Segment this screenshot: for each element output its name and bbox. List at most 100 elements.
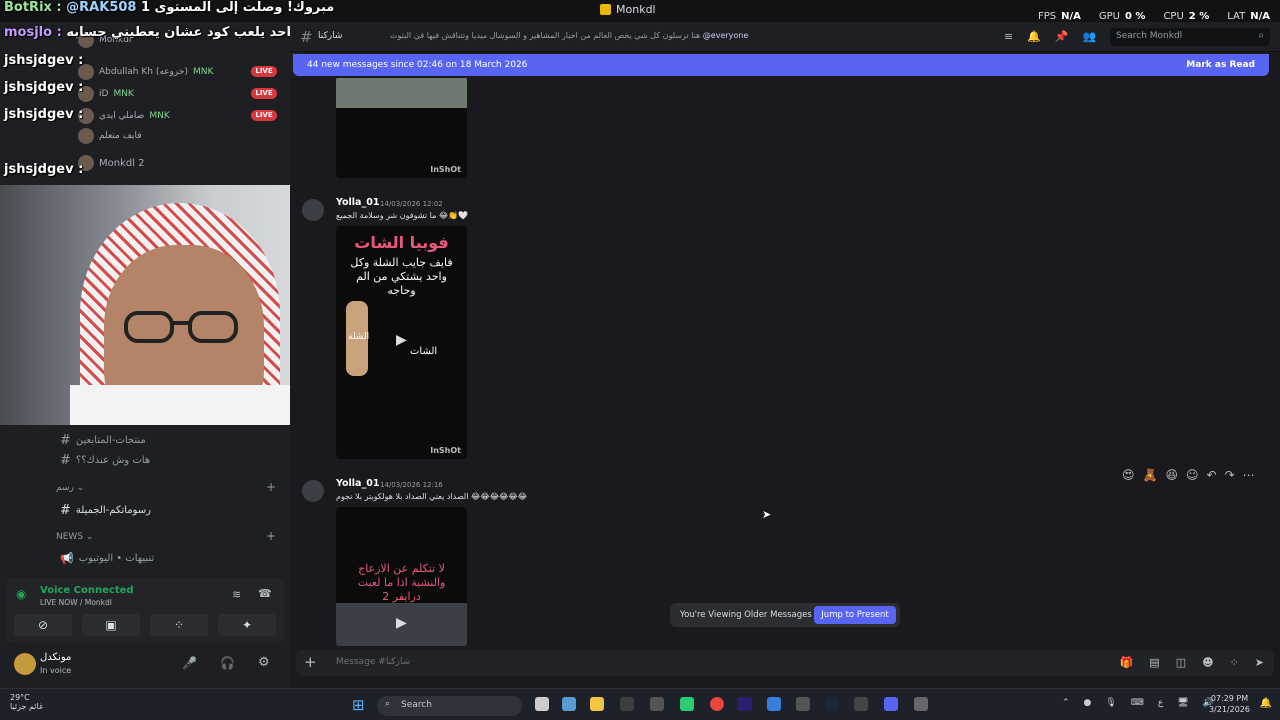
soundboard-button[interactable]: ✦ bbox=[218, 614, 276, 636]
channel-item[interactable]: # منتجات-المتابعين bbox=[60, 433, 146, 448]
category-news[interactable]: NEWS ⌄ bbox=[56, 532, 93, 542]
chevron-up-icon[interactable]: ⌃ bbox=[1062, 698, 1070, 708]
reaction-heart-eyes-icon[interactable]: 😍 bbox=[1122, 468, 1135, 482]
new-messages-bar[interactable]: 44 new messages since 02:46 on 18 March … bbox=[293, 54, 1269, 76]
app-icon[interactable] bbox=[914, 697, 928, 711]
reply-icon[interactable]: ↶ bbox=[1207, 468, 1217, 482]
screenshare-button[interactable]: ▣ bbox=[82, 614, 140, 636]
start-icon[interactable]: ⊞ bbox=[352, 696, 365, 714]
chat-message: jshsjdgev : bbox=[4, 162, 84, 177]
chat-message: BotRix : @RAK508 مبروك! وصلت إلى المستوى… bbox=[4, 0, 335, 15]
add-channel-icon[interactable]: + bbox=[266, 529, 276, 543]
emoji-icon[interactable]: ☻ bbox=[1202, 656, 1213, 669]
video-attachment[interactable]: InShOt bbox=[336, 78, 467, 178]
channel-item[interactable]: 📢 تنبيهات • اليوتيوب bbox=[60, 552, 154, 565]
voice-user[interactable]: Monkdl 2 bbox=[78, 155, 145, 171]
message-author[interactable]: Yolla_01 bbox=[336, 197, 379, 208]
composer-icons: 🎁 ▤ ◫ ☻ ⁘ ➤ bbox=[1120, 656, 1264, 669]
more-icon[interactable]: ⋯ bbox=[1243, 468, 1255, 482]
threads-icon[interactable]: ≡ bbox=[1004, 30, 1013, 43]
task-view-icon[interactable] bbox=[535, 697, 549, 711]
sticker-icon[interactable]: ◫ bbox=[1176, 656, 1186, 669]
members-icon[interactable]: 👥 bbox=[1083, 30, 1097, 43]
play-icon[interactable]: ▶ bbox=[396, 332, 407, 348]
mark-as-read-button[interactable]: Mark as Read bbox=[1186, 60, 1255, 70]
chat-message: jshsjdgev : bbox=[4, 107, 84, 122]
forward-icon[interactable]: ↷ bbox=[1225, 468, 1235, 482]
message-author[interactable]: Yolla_01 bbox=[336, 478, 379, 489]
file-explorer-icon[interactable] bbox=[590, 697, 604, 711]
gift-icon[interactable]: 🎁 bbox=[1120, 656, 1134, 669]
channel-item[interactable]: # رسوماتكم-الجميلة bbox=[60, 503, 151, 518]
channel-item[interactable]: # هات وش عندك؟؟ bbox=[60, 453, 150, 468]
app-icon[interactable] bbox=[680, 697, 694, 711]
activities-button[interactable]: ⁘ bbox=[150, 614, 208, 636]
bell-icon[interactable]: 🔔 bbox=[1027, 30, 1041, 43]
message-composer[interactable]: + Message #شاركنا 🎁 ▤ ◫ ☻ ⁘ ➤ bbox=[296, 650, 1274, 676]
message-actions: 😍 🧸 😆 ☺ ↶ ↷ ⋯ bbox=[1122, 468, 1255, 482]
attach-plus-icon[interactable]: + bbox=[304, 653, 317, 671]
add-reaction-icon[interactable]: ☺ bbox=[1186, 468, 1199, 482]
voice-user[interactable]: صاملي ايدي MNK bbox=[78, 108, 170, 124]
network-icon[interactable]: 🖥 bbox=[1177, 698, 1188, 708]
lat-stat: LAT N/A bbox=[1227, 11, 1270, 22]
fps-stat: FPS N/A bbox=[1037, 11, 1081, 22]
disconnect-icon[interactable]: ☎ bbox=[258, 587, 272, 600]
camera-button[interactable]: ⊘ bbox=[14, 614, 72, 636]
clock[interactable]: 07:29 PM 3/21/2026 bbox=[1209, 693, 1250, 715]
search-icon: ⌕ bbox=[1258, 30, 1264, 41]
mic-muted-icon[interactable]: 🎤 bbox=[182, 656, 197, 670]
voice-user[interactable]: فايف متعلم bbox=[78, 128, 142, 144]
live-badge: LIVE bbox=[251, 88, 277, 99]
voice-channel[interactable]: LIVE NOW / Monkdl bbox=[40, 598, 112, 607]
app-icon[interactable] bbox=[854, 697, 868, 711]
hash-icon: # bbox=[60, 503, 71, 518]
send-icon[interactable]: ➤ bbox=[1255, 656, 1264, 669]
keyboard-icon[interactable]: ⌨ bbox=[1131, 698, 1144, 708]
message-input[interactable]: Message #شاركنا bbox=[336, 657, 410, 667]
voice-user[interactable]: Abdullah Kh (خزوعه) MNK bbox=[78, 64, 213, 80]
video-attachment[interactable]: فوبيا الشات فايف جايب الشلة وكل واحد يشت… bbox=[336, 226, 467, 459]
chrome-icon[interactable] bbox=[710, 697, 724, 711]
mic-icon[interactable]: 🎙 bbox=[1105, 698, 1116, 708]
shirt bbox=[70, 385, 290, 425]
avatar[interactable] bbox=[302, 480, 324, 502]
category-rsm[interactable]: رسم ⌄ bbox=[56, 483, 84, 493]
search-input[interactable]: Search Monkdl ⌕ bbox=[1110, 28, 1270, 46]
headset-muted-icon[interactable]: 🎧 bbox=[220, 656, 235, 670]
pin-icon[interactable]: 📌 bbox=[1055, 30, 1069, 43]
hash-icon: # bbox=[300, 28, 313, 46]
play-icon[interactable]: ▶ bbox=[396, 615, 407, 631]
reaction-sticker-icon[interactable]: 🧸 bbox=[1143, 468, 1158, 482]
add-channel-icon[interactable]: + bbox=[266, 480, 276, 494]
noise-icon[interactable]: ≋ bbox=[232, 588, 241, 601]
gif-icon[interactable]: ▤ bbox=[1149, 656, 1159, 669]
live-badge: LIVE bbox=[251, 110, 277, 121]
language-icon[interactable]: ع bbox=[1158, 698, 1163, 708]
reaction-laugh-icon[interactable]: 😆 bbox=[1165, 468, 1178, 482]
avatar[interactable] bbox=[14, 653, 36, 675]
voice-user[interactable]: iD MNK bbox=[78, 86, 134, 102]
discord-icon[interactable] bbox=[884, 697, 898, 711]
premiere-icon[interactable] bbox=[738, 697, 752, 711]
channel-topic[interactable]: هنا ترسلون كل شي يخص العالم من اخبار الم… bbox=[390, 31, 748, 40]
capcut-icon[interactable] bbox=[796, 697, 810, 711]
obs-icon[interactable] bbox=[650, 697, 664, 711]
app-icon[interactable] bbox=[767, 697, 781, 711]
jump-to-present-button[interactable]: Jump to Present bbox=[814, 606, 896, 624]
tray-app-icon[interactable]: ● bbox=[1084, 698, 1092, 708]
watermark: InShOt bbox=[430, 165, 461, 174]
video-attachment[interactable]: لا تتكلم عن الازعاج والنشبة اذا ما لعبت … bbox=[336, 507, 467, 646]
voice-status[interactable]: Voice Connected bbox=[40, 585, 134, 596]
apps-icon[interactable]: ⁘ bbox=[1230, 656, 1239, 669]
steam-icon[interactable] bbox=[825, 697, 839, 711]
taskbar-search[interactable]: ⌕ Search bbox=[377, 696, 522, 716]
notification-icon[interactable]: 🔔 bbox=[1260, 698, 1272, 709]
avatar[interactable] bbox=[302, 199, 324, 221]
app-icon[interactable] bbox=[620, 697, 634, 711]
calculator-icon[interactable] bbox=[562, 697, 576, 711]
weather-widget[interactable]: 29°C غائم جزئيا bbox=[10, 693, 43, 711]
settings-icon[interactable]: ⚙ bbox=[258, 655, 270, 670]
gpu-stat: GPU 0 % bbox=[1098, 11, 1146, 22]
channel-list: # منتجات-المتابعين # هات وش عندك؟؟ رسم ⌄ +… bbox=[0, 425, 290, 575]
